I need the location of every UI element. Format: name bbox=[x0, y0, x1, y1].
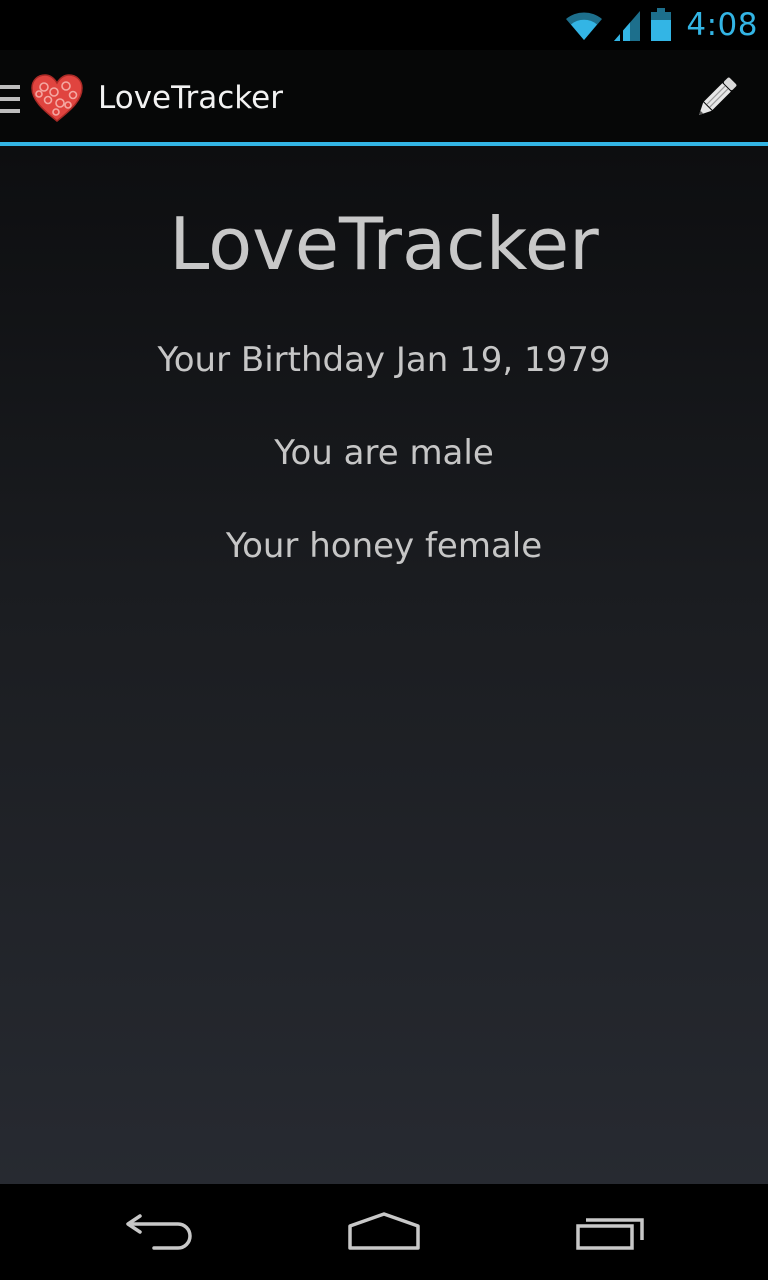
main-content: LoveTracker Your Birthday Jan 19, 1979 Y… bbox=[0, 146, 768, 1184]
signal-icon bbox=[612, 8, 642, 42]
status-bar: 4:08 bbox=[0, 0, 768, 50]
recents-button[interactable] bbox=[572, 1210, 648, 1258]
gender-text: You are male bbox=[274, 433, 494, 473]
pencil-icon bbox=[690, 77, 742, 128]
action-bar: LoveTracker bbox=[0, 50, 768, 146]
recents-icon bbox=[572, 1218, 648, 1258]
page-title: LoveTracker bbox=[169, 202, 599, 286]
home-button[interactable] bbox=[344, 1210, 424, 1258]
back-icon bbox=[124, 1214, 196, 1258]
status-clock: 4:08 bbox=[686, 7, 758, 43]
home-icon bbox=[344, 1212, 424, 1258]
heart-logo-icon[interactable] bbox=[30, 73, 84, 127]
navigation-bar bbox=[0, 1184, 768, 1280]
drawer-indicator-icon[interactable] bbox=[0, 85, 20, 119]
wifi-icon bbox=[564, 8, 604, 42]
back-button[interactable] bbox=[124, 1210, 196, 1258]
honey-gender-text: Your honey female bbox=[225, 526, 543, 566]
status-icons: 4:08 bbox=[564, 6, 758, 44]
action-bar-title: LoveTracker bbox=[98, 80, 283, 116]
battery-icon bbox=[650, 8, 672, 42]
edit-button[interactable] bbox=[690, 72, 742, 124]
birthday-text: Your Birthday Jan 19, 1979 bbox=[157, 340, 611, 380]
